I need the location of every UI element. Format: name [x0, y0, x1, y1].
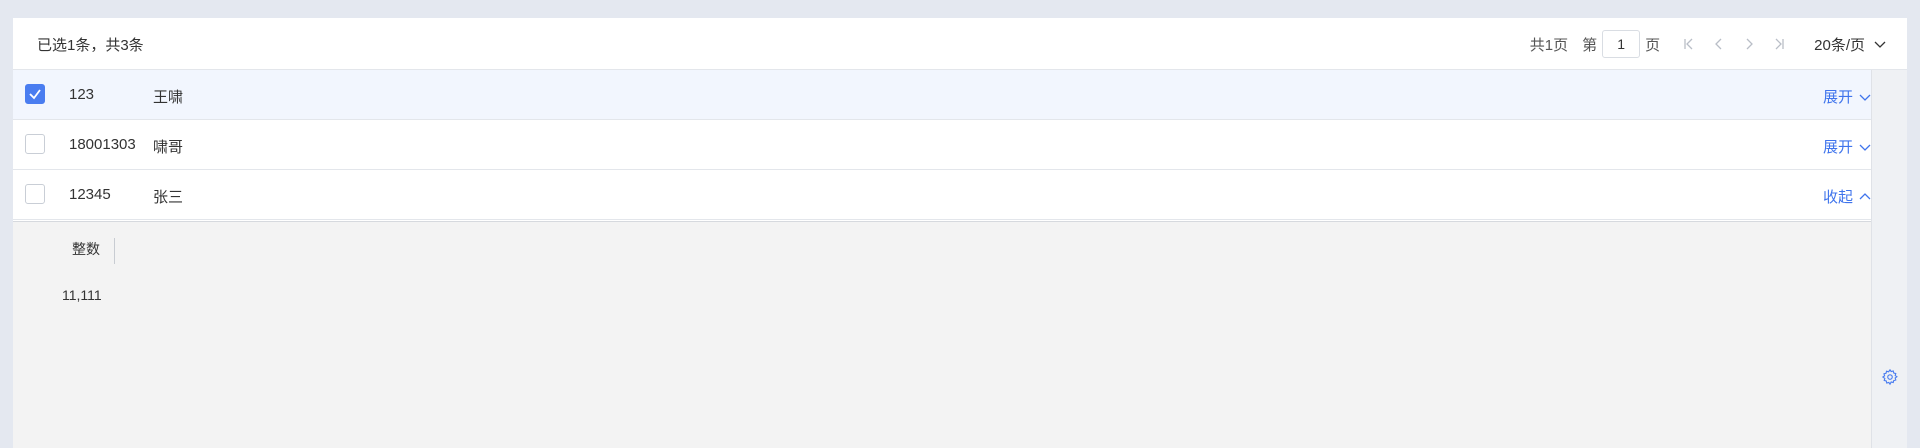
next-page-button[interactable] — [1734, 30, 1764, 58]
row-id: 12345 — [69, 186, 111, 203]
row-id: 123 — [69, 86, 95, 103]
table-panel: 已选1条，共3条 共1页 第 页 20条/页 — [13, 18, 1907, 448]
gear-icon[interactable] — [1881, 368, 1899, 386]
first-page-button[interactable] — [1674, 30, 1704, 58]
row-detail-panel: 整数 11,111 — [13, 221, 1871, 448]
detail-field-label: 整数 — [72, 238, 115, 264]
expand-toggle[interactable]: 展开 — [1823, 86, 1871, 107]
page-prefix: 第 — [1582, 36, 1598, 54]
chevron-down-icon — [1874, 41, 1886, 48]
collapse-toggle-label: 收起 — [1822, 189, 1853, 206]
last-page-button[interactable] — [1764, 30, 1794, 58]
collapse-toggle[interactable]: 收起 — [1823, 186, 1871, 207]
expand-toggle-label: 展开 — [1822, 139, 1853, 156]
page-size-label: 20条/页 — [1814, 36, 1865, 54]
expand-toggle[interactable]: 展开 — [1823, 136, 1871, 157]
total-pages-label: 共1页 — [1529, 36, 1569, 54]
column-settings-gutter — [1871, 70, 1907, 448]
row-checkbox[interactable] — [25, 134, 45, 154]
prev-page-button[interactable] — [1704, 30, 1734, 58]
row-checkbox[interactable] — [25, 84, 45, 104]
chevron-down-icon — [1859, 144, 1871, 151]
table-toolbar: 已选1条，共3条 共1页 第 页 20条/页 — [13, 18, 1907, 70]
last-page-icon — [1775, 38, 1784, 50]
chevron-up-icon — [1859, 192, 1871, 199]
prev-page-icon — [1715, 38, 1722, 50]
first-page-icon — [1684, 38, 1693, 50]
table-row[interactable]: 18001303 啸哥 展开 — [13, 120, 1871, 170]
row-name: 张三 — [153, 189, 184, 206]
table-row[interactable]: 12345 张三 收起 — [13, 170, 1871, 220]
detail-field-value: 11,111 — [62, 287, 102, 303]
row-name: 啸哥 — [153, 139, 184, 156]
check-icon — [29, 89, 41, 100]
table-body: 123 王啸 展开 18001303 啸哥 展开 12345 张三 收起 — [13, 70, 1871, 220]
next-page-icon — [1746, 38, 1754, 50]
table-row[interactable]: 123 王啸 展开 — [13, 70, 1871, 120]
pagination: 共1页 第 页 20条/页 — [1530, 28, 1887, 60]
chevron-down-icon — [1859, 94, 1871, 101]
row-checkbox[interactable] — [25, 184, 45, 204]
selection-info: 已选1条，共3条 — [37, 37, 144, 54]
page-suffix: 页 — [1645, 36, 1661, 54]
row-name: 王啸 — [153, 89, 184, 106]
page-size-select[interactable]: 20条/页 — [1814, 34, 1887, 55]
expand-toggle-label: 展开 — [1822, 89, 1853, 106]
page-number-input[interactable] — [1602, 30, 1641, 58]
row-id: 18001303 — [69, 136, 136, 153]
